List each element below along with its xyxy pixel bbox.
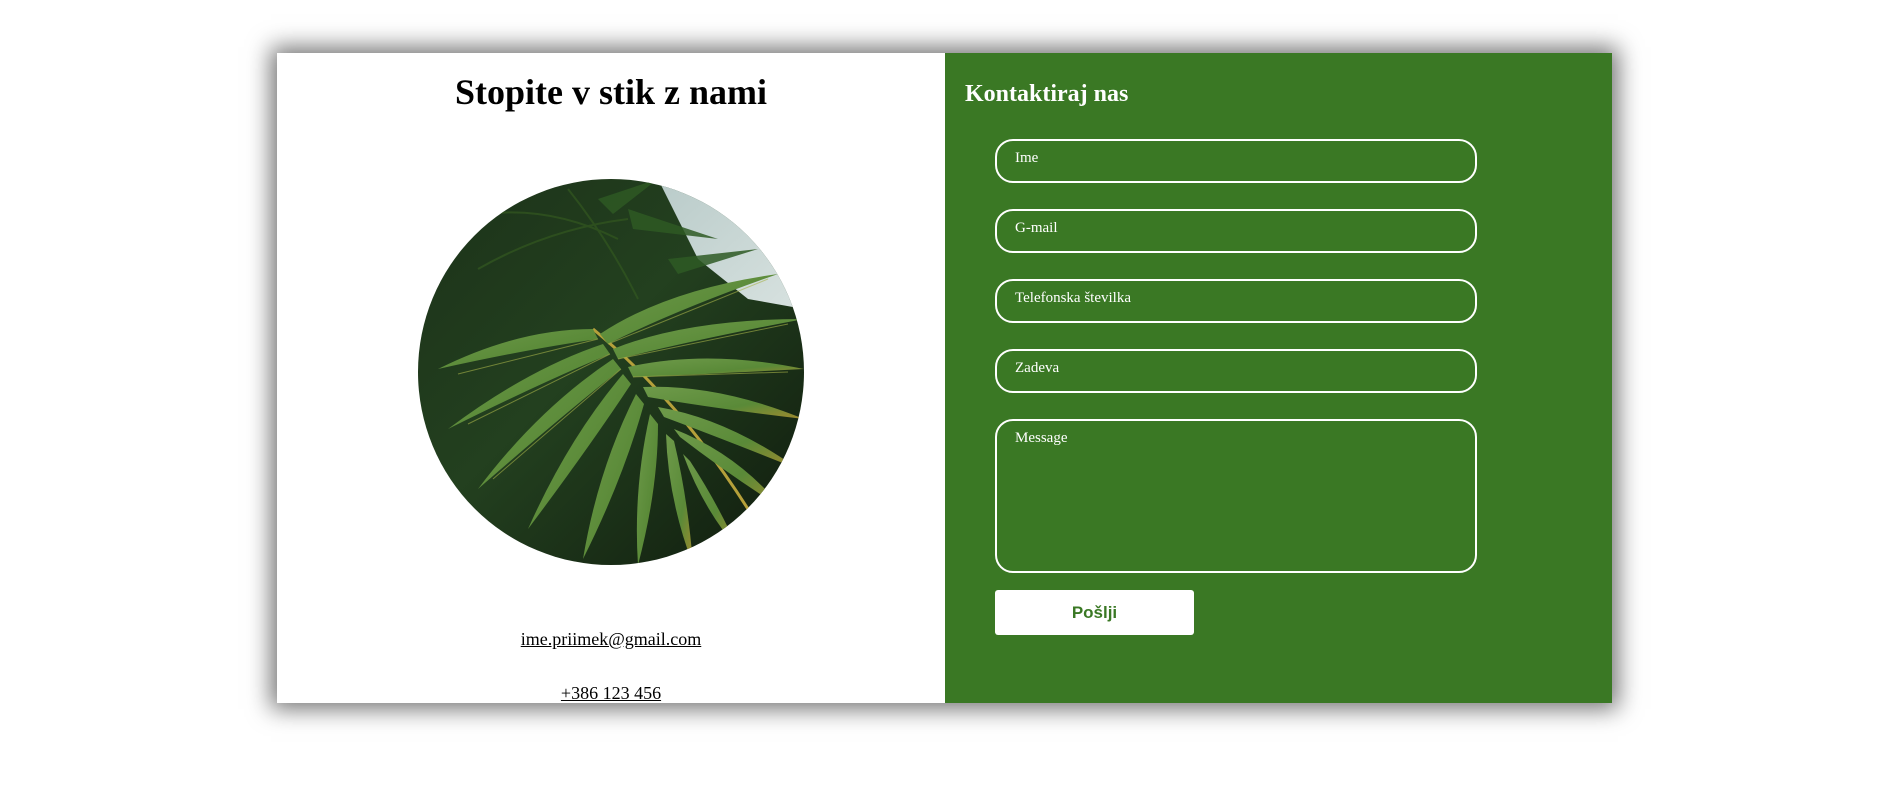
contact-info-panel: Stopite v stik z nami ime.priimek@gmail.… — [277, 53, 945, 703]
message-textarea[interactable]: Message — [995, 419, 1477, 573]
palm-leaf-image — [418, 179, 804, 565]
subject-field-placeholder: Zadeva — [1015, 360, 1060, 376]
phone-field-placeholder: Telefonska številka — [1015, 290, 1131, 306]
form-title: Kontaktiraj nas — [965, 81, 1129, 107]
subject-field[interactable]: Zadeva — [995, 349, 1477, 393]
phone-field[interactable]: Telefonska številka — [995, 279, 1477, 323]
gmail-field[interactable]: G-mail — [995, 209, 1477, 253]
contact-card: Stopite v stik z nami ime.priimek@gmail.… — [277, 53, 1612, 703]
palm-leaf-illustration — [418, 179, 804, 565]
contact-form-panel: Kontaktiraj nas Ime G-mail Telefonska št… — [945, 53, 1612, 703]
email-link[interactable]: ime.priimek@gmail.com — [277, 629, 945, 650]
gmail-field-placeholder: G-mail — [1015, 220, 1058, 236]
name-field-placeholder: Ime — [1015, 150, 1039, 166]
page-title: Stopite v stik z nami — [454, 72, 767, 112]
phone-link[interactable]: +386 123 456 — [277, 683, 945, 704]
name-field[interactable]: Ime — [995, 139, 1477, 183]
message-textarea-placeholder: Message — [1015, 430, 1068, 446]
send-button[interactable]: Pošlji — [995, 590, 1194, 635]
